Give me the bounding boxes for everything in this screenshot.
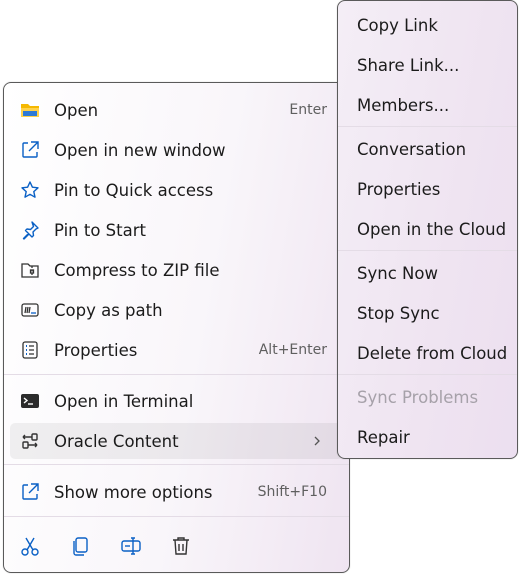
copy-button[interactable] [63, 532, 97, 564]
folder-icon [20, 100, 40, 120]
delete-button[interactable] [164, 532, 198, 564]
separator [338, 374, 517, 375]
copy-icon [69, 535, 91, 561]
menu-item-open-terminal[interactable]: Open in Terminal [10, 383, 343, 419]
oracle-content-submenu: Copy Link Share Link... Members... Conve… [337, 0, 518, 459]
pin-icon [20, 220, 40, 240]
rename-icon [120, 535, 142, 561]
submenu-item-open-in-cloud[interactable]: Open in the Cloud [357, 220, 506, 239]
menu-item-label: Compress to ZIP file [54, 260, 220, 280]
menu-item-open[interactable]: Open Enter [10, 92, 343, 128]
menu-item-label: Pin to Quick access [54, 180, 214, 200]
separator [4, 374, 349, 375]
shortcut-label: Enter [289, 102, 327, 118]
submenu-item-share-link[interactable]: Share Link... [357, 56, 459, 75]
submenu-item-properties[interactable]: Properties [357, 180, 440, 199]
open-new-window-icon [20, 140, 40, 160]
rename-button[interactable] [114, 532, 148, 564]
menu-item-label: Copy as path [54, 300, 163, 320]
cut-button[interactable] [13, 532, 47, 564]
separator [338, 126, 517, 127]
terminal-icon [20, 391, 40, 411]
delete-icon [170, 535, 192, 561]
star-icon [20, 180, 40, 200]
menu-item-label: Pin to Start [54, 220, 146, 240]
submenu-item-sync-now[interactable]: Sync Now [357, 264, 438, 283]
menu-item-label: Open in Terminal [54, 391, 194, 411]
menu-item-show-more-options[interactable]: Show more options Shift+F10 [10, 474, 343, 510]
submenu-item-members[interactable]: Members... [357, 96, 449, 115]
menu-item-properties[interactable]: Properties Alt+Enter [10, 332, 343, 368]
submenu-item-stop-sync[interactable]: Stop Sync [357, 304, 440, 323]
menu-item-label: Open [54, 100, 99, 120]
menu-item-open-new-window[interactable]: Open in new window [10, 132, 343, 168]
menu-item-oracle-content[interactable]: Oracle Content [10, 423, 343, 459]
submenu-item-repair[interactable]: Repair [357, 428, 410, 447]
submenu-item-sync-problems: Sync Problems [357, 388, 479, 407]
zip-folder-icon [20, 260, 40, 280]
menu-item-compress-zip[interactable]: Compress to ZIP file [10, 252, 343, 288]
separator [4, 464, 349, 465]
separator [4, 516, 349, 517]
cut-icon [19, 535, 41, 561]
shortcut-label: Alt+Enter [258, 342, 327, 358]
menu-item-pin-quick-access[interactable]: Pin to Quick access [10, 172, 343, 208]
submenu-item-delete-from-cloud[interactable]: Delete from Cloud [357, 344, 507, 363]
copy-path-icon [20, 300, 40, 320]
menu-item-label: Open in new window [54, 140, 226, 160]
properties-icon [20, 340, 40, 360]
chevron-right-icon [311, 433, 323, 449]
menu-item-pin-start[interactable]: Pin to Start [10, 212, 343, 248]
menu-item-label: Show more options [54, 482, 213, 502]
show-more-icon [20, 482, 40, 502]
oracle-content-icon [20, 431, 40, 451]
shortcut-label: Shift+F10 [257, 484, 327, 500]
separator [338, 250, 517, 251]
context-menu: Open Enter Open in new window Pin to Qui… [3, 82, 350, 573]
menu-item-label: Oracle Content [54, 431, 179, 451]
menu-item-copy-as-path[interactable]: Copy as path [10, 292, 343, 328]
menu-item-label: Properties [54, 340, 138, 360]
submenu-item-copy-link[interactable]: Copy Link [357, 16, 438, 35]
submenu-item-conversation[interactable]: Conversation [357, 140, 466, 159]
